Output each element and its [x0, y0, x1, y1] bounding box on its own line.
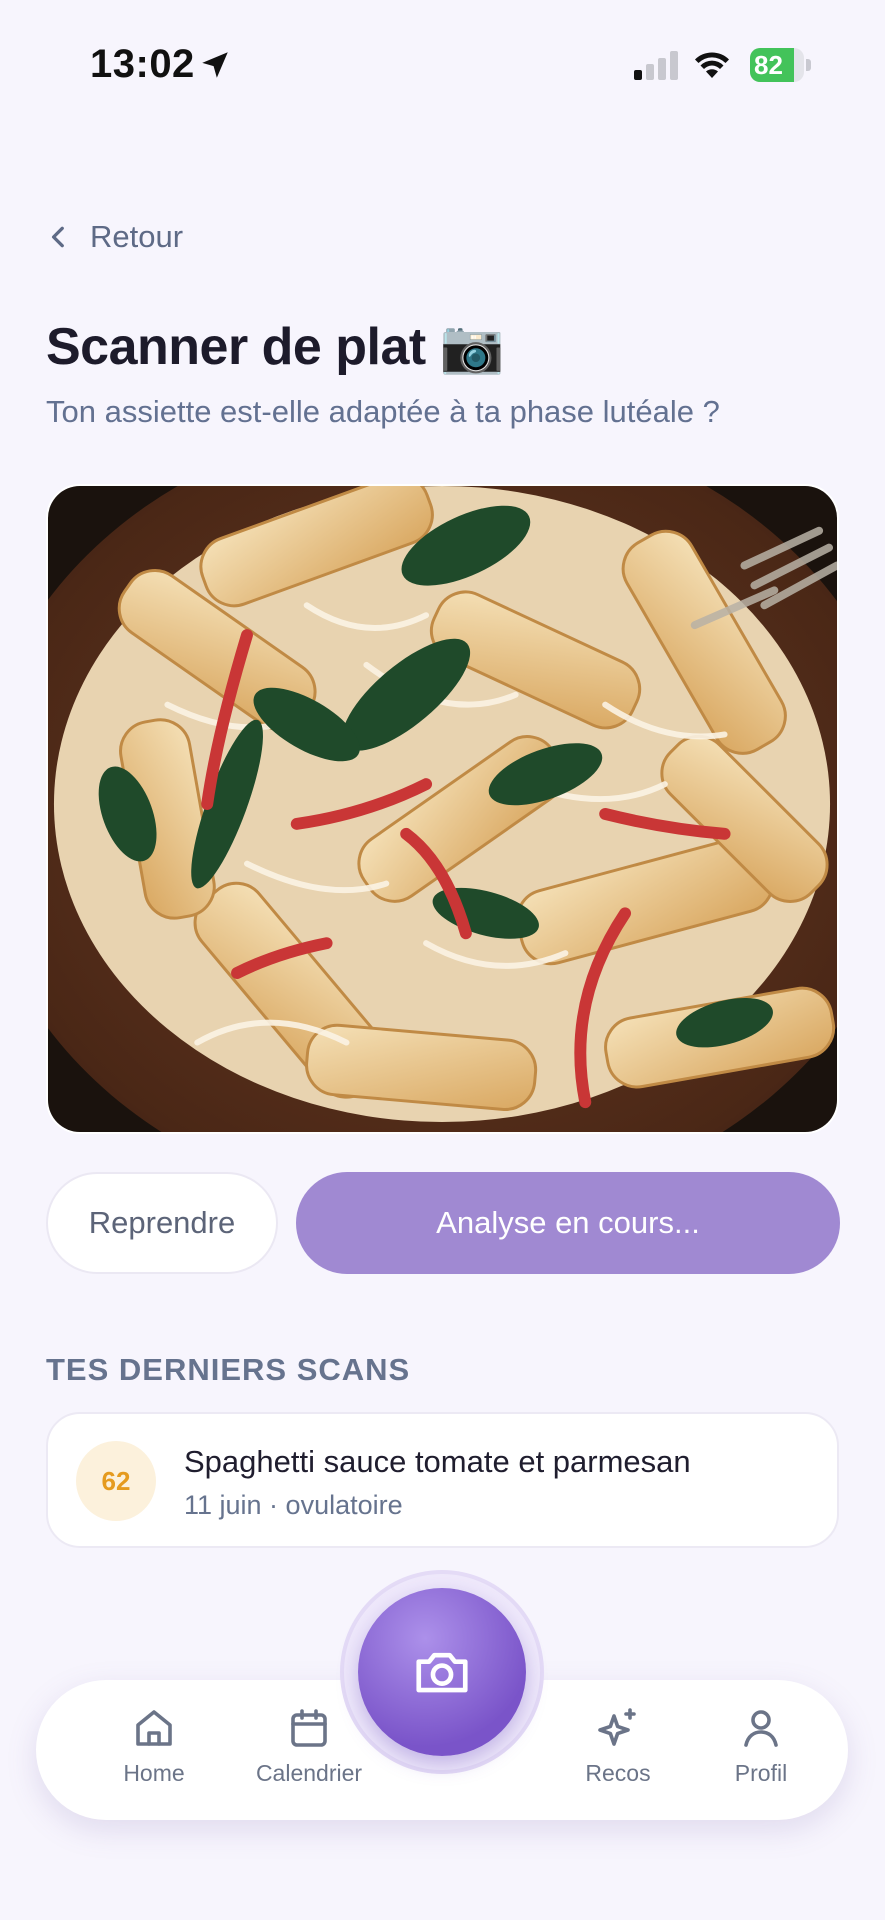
recent-scan-item[interactable]: 62 Spaghetti sauce tomate et parmesan 11… — [46, 1412, 839, 1548]
back-button[interactable]: Retour — [46, 212, 183, 262]
nav-label-calendar: Calendrier — [255, 1760, 363, 1786]
nav-label-profil: Profil — [734, 1760, 788, 1786]
user-icon — [744, 1710, 778, 1747]
nav-item-recos[interactable]: Recos — [548, 1704, 688, 1787]
retake-button[interactable]: Reprendre — [46, 1172, 278, 1274]
nav-label-home: Home — [123, 1760, 185, 1786]
chevron-left-icon — [51, 226, 64, 248]
camera-scan-button[interactable] — [358, 1588, 526, 1756]
scan-score-badge: 62 — [76, 1441, 156, 1521]
scan-name: Spaghetti sauce tomate et parmesan — [184, 1444, 691, 1479]
location-arrow-icon — [202, 52, 228, 78]
nav-item-profil[interactable]: Profil — [691, 1704, 831, 1787]
nav-item-home[interactable]: Home — [84, 1704, 224, 1787]
nav-label-recos: Recos — [585, 1760, 651, 1786]
analyze-button[interactable]: Analyse en cours... — [296, 1172, 840, 1274]
page-subtitle: Ton assiette est-elle adaptée à ta phase… — [46, 394, 720, 429]
status-bar: 13:02 82 — [0, 0, 885, 130]
status-time: 13:02 — [90, 42, 195, 86]
page-title: Scanner de plat 📷 — [46, 318, 504, 376]
scan-meta: 11 juin · ovulatoire — [184, 1490, 403, 1520]
wifi-icon — [695, 52, 729, 78]
calendar-icon — [291, 1709, 327, 1747]
dish-photo — [46, 484, 839, 1134]
recent-scans-title: TES DERNIERS SCANS — [46, 1352, 411, 1387]
camera-icon — [416, 1652, 468, 1693]
battery-percent: 82 — [754, 50, 783, 80]
sparkles-icon — [598, 1708, 636, 1746]
back-label: Retour — [90, 219, 184, 254]
cellular-signal-icon — [634, 51, 678, 80]
home-icon — [136, 1710, 172, 1746]
battery-indicator: 82 — [750, 48, 812, 82]
